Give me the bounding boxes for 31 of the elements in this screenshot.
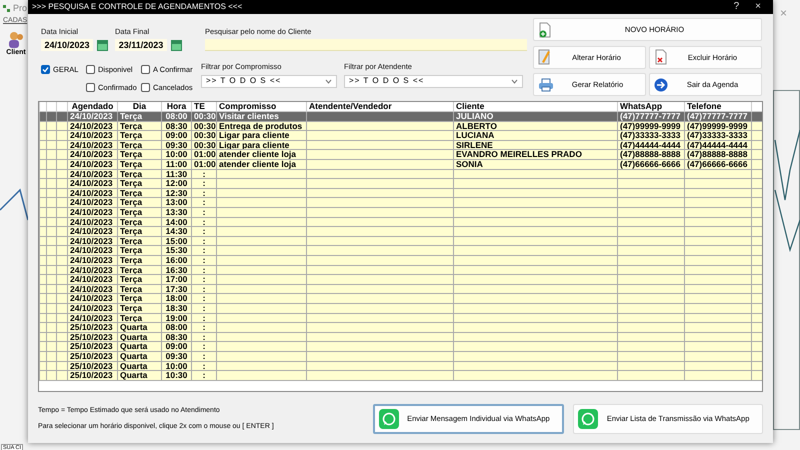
column-header[interactable]: Hora [162, 102, 192, 112]
printer-icon [538, 78, 554, 92]
chevron-icon [511, 78, 518, 84]
calendar-icon[interactable] [97, 40, 108, 51]
column-header[interactable]: Cliente [454, 102, 618, 112]
column-header[interactable]: WhatsApp [618, 102, 684, 112]
column-header[interactable]: Compromisso [216, 102, 306, 112]
date-field[interactable]: 24/10/2023 [41, 39, 93, 52]
pencil-icon [538, 49, 552, 66]
dropdown[interactable]: >> T O D O S << [201, 74, 337, 88]
help-button[interactable]: ? [726, 0, 748, 14]
calendar-icon[interactable] [171, 40, 182, 51]
close-button[interactable]: × [747, 0, 769, 14]
column-header[interactable]: Telefone [684, 102, 752, 112]
whatsapp-icon [378, 409, 399, 429]
app-title: Pro [13, 2, 28, 15]
whatsapp-icon [578, 409, 598, 429]
search-field[interactable] [205, 39, 527, 52]
app-icon [2, 4, 11, 14]
people-icon [7, 30, 25, 48]
column-header[interactable]: Dia [118, 102, 162, 112]
dropdown[interactable]: >> T O D O S << [344, 74, 523, 88]
date-field[interactable]: 23/11/2023 [115, 39, 167, 52]
column-header[interactable]: Atendente/Vendedor [306, 102, 454, 112]
column-header[interactable]: TE [192, 102, 216, 112]
document-add-icon [538, 22, 552, 38]
document-delete-icon [654, 49, 668, 66]
column-header[interactable]: Agendado [68, 102, 118, 112]
check-icon [42, 66, 49, 74]
window-title: >>> PESQUISA E CONTROLE DE AGENDAMENTOS <<< [32, 1, 242, 13]
chevron-icon [325, 78, 332, 84]
